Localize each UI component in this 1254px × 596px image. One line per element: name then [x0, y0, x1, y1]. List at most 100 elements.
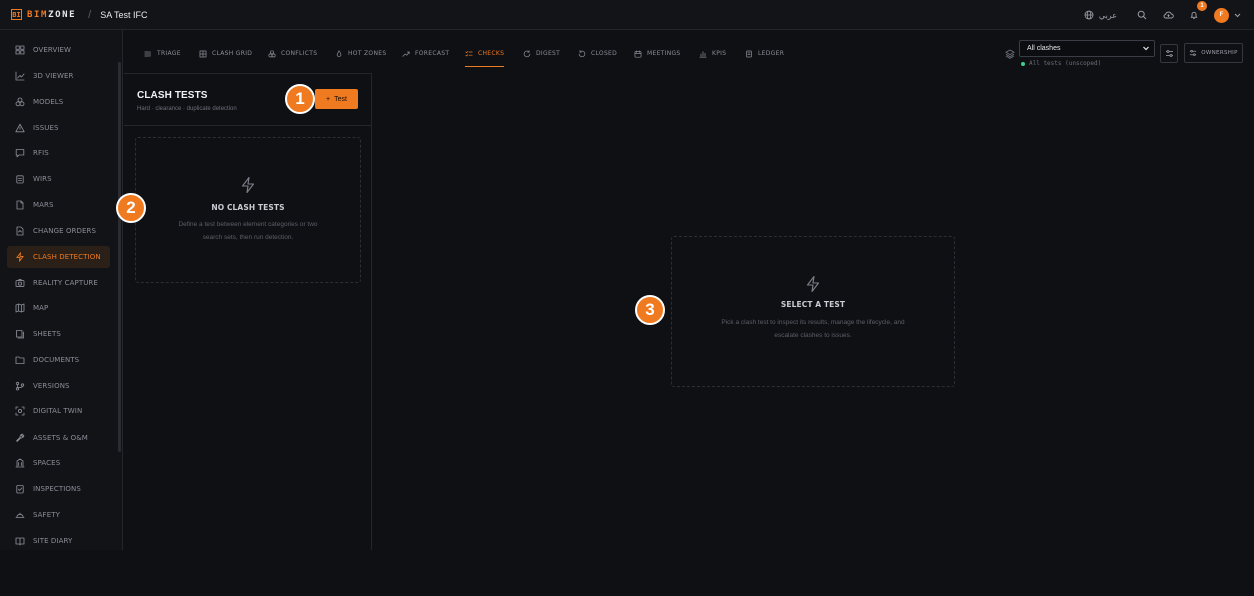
sidebar-icon-wrap [15, 406, 25, 416]
sidebar-item-issues[interactable]: ISSUES [7, 117, 110, 139]
clash-filter-select[interactable]: All clashes [1019, 40, 1155, 57]
sidebar-item-reality-capture[interactable]: REALITY CAPTURE [7, 272, 110, 294]
sidebar-item-documents[interactable]: DOCUMENTS [7, 349, 110, 371]
sidebar-item-label: OVERVIEW [33, 46, 72, 54]
sidebar-icon-wrap [15, 252, 25, 262]
sidebar-icon-wrap [15, 174, 25, 184]
sidebar-item-sheets[interactable]: SHEETS [7, 323, 110, 345]
sidebar-item-label: MAP [33, 304, 49, 312]
branch-icon [15, 381, 25, 391]
tab-ledger[interactable]: LEDGER [745, 40, 784, 67]
sidebar-item-map[interactable]: MAP [7, 297, 110, 319]
sidebar-item-site-diary[interactable]: SITE DIARY [7, 530, 110, 552]
wrench-icon [16, 433, 25, 442]
clash-tests-panel: CLASH TESTS Hard · clearance · duplicate… [124, 73, 372, 550]
sidebar-item-models[interactable]: MODELS [7, 91, 110, 113]
sidebar-item-3d-viewer[interactable]: 3D VIEWER [7, 65, 110, 87]
sidebar-item-label: SHEETS [33, 330, 61, 338]
sidebar-item-rfis[interactable]: RFIS [7, 142, 110, 164]
grid-icon [15, 45, 25, 55]
sidebar-icon-wrap [15, 148, 25, 158]
tab-label: KPIS [712, 50, 727, 57]
search-button[interactable] [1136, 9, 1148, 21]
tab-label: CHECKS [478, 50, 505, 57]
status-dot [1021, 61, 1025, 66]
sidebar-icon-wrap [15, 433, 25, 443]
step-marker-3: 3 [635, 295, 665, 325]
sidebar-item-digital-twin[interactable]: DIGITAL TWIN [7, 400, 110, 422]
ownership-button[interactable]: OWNERSHIP [1184, 43, 1243, 63]
sidebar-item-label: ISSUES [33, 124, 59, 132]
sidebar-item-label: WIRS [33, 175, 52, 183]
sidebar-icon-wrap [15, 381, 25, 391]
message-icon [15, 149, 25, 158]
sidebar-scrollbar[interactable] [118, 62, 121, 452]
sidebar-item-label: SAFETY [33, 511, 60, 519]
sidebar-item-spaces[interactable]: SPACES [7, 452, 110, 474]
sidebar-icon-wrap [15, 329, 25, 339]
sidebar-item-versions[interactable]: VERSIONS [7, 375, 110, 397]
sidebar-item-inspections[interactable]: INSPECTIONS [7, 478, 110, 500]
tab-triage[interactable]: TRIAGE [144, 40, 181, 67]
sidebar-item-label: DOCUMENTS [33, 356, 80, 364]
sync-button[interactable] [1162, 9, 1174, 21]
step-marker-2: 2 [116, 193, 146, 223]
filter-settings-button[interactable] [1160, 44, 1178, 63]
sidebar-item-clash-detection[interactable]: CLASH DETECTION [7, 246, 110, 268]
tab-digest[interactable]: DIGEST [523, 40, 560, 67]
sidebar-icon-wrap [15, 355, 25, 365]
detail-title: SELECT A TEST [780, 300, 846, 309]
sidebar-item-label: SPACES [33, 459, 61, 467]
tab-checks[interactable]: CHECKS [465, 40, 505, 67]
sidebar-item-wirs[interactable]: WIRS [7, 168, 110, 190]
notification-badge: 1 [1197, 1, 1207, 11]
tab-icon [336, 49, 342, 57]
tab-icon [746, 50, 752, 57]
tab-closed[interactable]: CLOSED [578, 40, 617, 67]
boxes-icon [15, 97, 25, 107]
sidebar-icon-wrap [15, 71, 25, 81]
tab-kpis[interactable]: KPIS [699, 40, 726, 67]
logo-text: BIMZONE [27, 9, 77, 20]
plus-icon: + [326, 95, 331, 103]
file-icon [16, 200, 24, 210]
tab-clash-grid[interactable]: CLASH GRID [199, 40, 252, 67]
chevron-down-icon[interactable] [1234, 13, 1241, 18]
detail-description: Pick a clash test to inspect its results… [721, 319, 905, 339]
logo[interactable]: BI BIMZONE [11, 9, 76, 20]
language-switcher[interactable]: عربي [1084, 10, 1117, 20]
tab-conflicts[interactable]: CONFLICTS [268, 40, 317, 67]
tab-forecast[interactable]: FORECAST [402, 40, 449, 67]
book-icon [15, 537, 25, 546]
camera-icon [15, 278, 25, 288]
empty-description: Define a test between element categories… [178, 221, 318, 241]
sheets-icon [16, 330, 24, 339]
sidebar-icon-wrap [15, 45, 25, 55]
tab-icon [144, 50, 151, 57]
tab-icon [578, 49, 586, 57]
add-test-button[interactable]: + Test [315, 89, 358, 109]
sidebar-item-overview[interactable]: OVERVIEW [7, 39, 110, 61]
sidebar-item-mars[interactable]: MARS [7, 194, 110, 216]
tab-meetings[interactable]: MEETINGS [634, 40, 681, 67]
empty-state-card: NO CLASH TESTS Define a test between ele… [135, 137, 361, 283]
sidebar-item-change-orders[interactable]: CHANGE ORDERS [7, 220, 110, 242]
sidebar-item-label: DIGITAL TWIN [33, 407, 83, 415]
tab-label: CLOSED [591, 50, 618, 57]
sidebar-icon-wrap [15, 303, 25, 313]
breadcrumb-project[interactable]: SA Test IFC [100, 10, 147, 20]
step-marker-1: 1 [285, 84, 315, 114]
sidebar-item-safety[interactable]: SAFETY [7, 504, 110, 526]
sidebar-item-label: VERSIONS [33, 382, 70, 390]
layers-icon[interactable] [1005, 49, 1015, 59]
bell-icon [1190, 11, 1198, 19]
tab-icon [465, 50, 473, 56]
sidebar-icon-wrap [15, 226, 25, 236]
sidebar-item-assets-o-m[interactable]: ASSETS & O&M [7, 427, 110, 449]
notifications-button[interactable]: 1 [1188, 1, 1207, 21]
tab-hot-zones[interactable]: HOT ZONES [335, 40, 386, 67]
tab-icon [402, 51, 410, 57]
avatar[interactable]: F [1214, 7, 1229, 23]
tab-label: FORECAST [415, 50, 450, 57]
breadcrumb-separator: / [88, 8, 92, 21]
